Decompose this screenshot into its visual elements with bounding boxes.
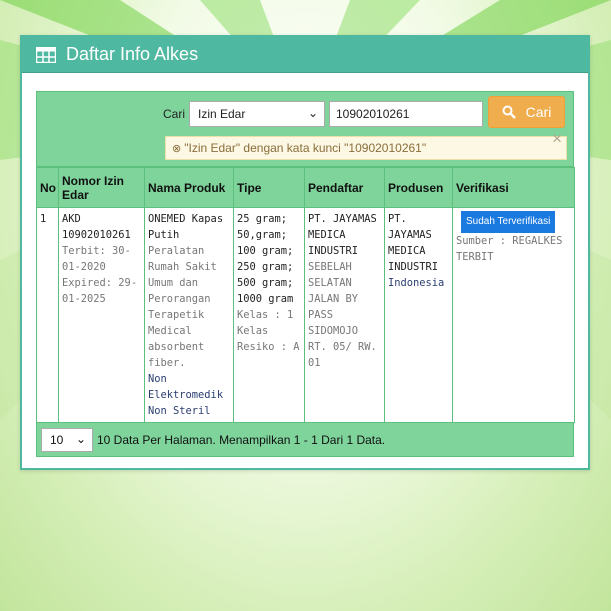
cell-nomor-izin: AKD 10902010261 Terbit: 30-01-2020 Expir…: [58, 207, 145, 423]
produsen-country: Indonesia: [388, 277, 445, 289]
per-page-value: 10: [50, 432, 64, 447]
search-alert: ⊗ "Izin Edar" dengan kata kunci "1090201…: [165, 129, 567, 160]
search-type-value: Izin Edar: [198, 107, 246, 121]
search-label: Cari: [163, 107, 186, 121]
search-filter-bar: Cari Izin Edar ⌄ 10902010261 Cari ⊗ "Izi…: [36, 91, 574, 167]
cell-tipe: 25 gram; 50,gram; 100 gram; 250 gram; 50…: [233, 207, 305, 423]
cell-pendaftar: PT. JAYAMAS MEDICA INDUSTRI SEBELAH SELA…: [304, 207, 385, 423]
pagination-footer: 10 ⌄ 10 Data Per Halaman. Menampilkan 1 …: [36, 423, 574, 457]
panel-body: Cari Izin Edar ⌄ 10902010261 Cari ⊗ "Izi…: [36, 91, 575, 457]
product-category-steril: Non Steril: [148, 405, 211, 417]
cell-no: 1: [36, 207, 59, 423]
pagination-summary: 10 Data Per Halaman. Menampilkan 1 - 1 D…: [97, 432, 386, 447]
remove-filter-icon[interactable]: ⊗: [172, 142, 181, 155]
search-icon: [502, 105, 516, 119]
cell-produsen: PT. JAYAMAS MEDICA INDUSTRI Indonesia: [384, 207, 453, 423]
chevron-down-icon: ⌄: [307, 106, 318, 120]
kelas-text: Kelas : 1: [237, 309, 294, 321]
per-page-select[interactable]: 10 ⌄: [41, 427, 93, 452]
search-button[interactable]: Cari: [488, 96, 565, 128]
product-description: Peralatan Rumah Sakit Umum dan Peroranga…: [148, 245, 217, 369]
cell-verifikasi: Sudah Terverifikasi Sumber : REGALKES TE…: [452, 207, 575, 423]
verification-source: Sumber : REGALKES TERBIT: [456, 235, 563, 263]
panel-header: Daftar Info Alkes: [22, 37, 588, 73]
cell-nama-produk: ONEMED Kapas Putih Peralatan Rumah Sakit…: [144, 207, 234, 423]
product-name: ONEMED Kapas Putih: [148, 213, 224, 241]
search-button-label: Cari: [525, 104, 552, 120]
close-icon[interactable]: ×: [552, 129, 562, 149]
expired-date: Expired: 29-01-2025: [62, 277, 138, 305]
table-header-row: No Nomor Izin Edar Nama Produk Tipe Pend…: [36, 167, 575, 208]
col-header-nama-produk[interactable]: Nama Produk: [144, 167, 234, 208]
pendaftar-name: PT. JAYAMAS MEDICA INDUSTRI: [308, 213, 377, 257]
search-type-select[interactable]: Izin Edar ⌄: [189, 101, 325, 127]
kelas-resiko-text: Kelas Resiko : A: [237, 325, 300, 353]
produsen-name: PT. JAYAMAS MEDICA INDUSTRI: [388, 213, 439, 273]
col-header-nomor-izin[interactable]: Nomor Izin Edar: [58, 167, 145, 208]
search-keyword-input[interactable]: 10902010261: [329, 101, 483, 127]
col-header-no[interactable]: No: [36, 167, 59, 208]
alkes-panel: Daftar Info Alkes Cari Izin Edar ⌄ 10902…: [20, 35, 590, 470]
table-icon: [36, 46, 56, 63]
search-alert-text: "Izin Edar" dengan kata kunci "109020102…: [184, 141, 427, 155]
col-header-tipe[interactable]: Tipe: [233, 167, 305, 208]
product-category-electro: Non Elektromedik: [148, 373, 224, 401]
col-header-produsen[interactable]: Produsen: [384, 167, 453, 208]
tipe-sizes: 25 gram; 50,gram; 100 gram; 250 gram; 50…: [237, 213, 294, 305]
terbit-date: Terbit: 30-01-2020: [62, 245, 131, 273]
nomor-izin-text: AKD 10902010261: [62, 213, 131, 241]
results-table: No Nomor Izin Edar Nama Produk Tipe Pend…: [36, 167, 575, 423]
col-header-pendaftar[interactable]: Pendaftar: [304, 167, 385, 208]
table-row: 1 AKD 10902010261 Terbit: 30-01-2020 Exp…: [36, 207, 575, 423]
page-title: Daftar Info Alkes: [66, 44, 199, 64]
chevron-down-icon: ⌄: [75, 431, 86, 446]
col-header-verifikasi[interactable]: Verifikasi: [452, 167, 575, 208]
verified-badge: Sudah Terverifikasi: [461, 211, 556, 233]
pendaftar-address: SEBELAH SELATAN JALAN BY PASS SIDOMOJO R…: [308, 261, 377, 369]
